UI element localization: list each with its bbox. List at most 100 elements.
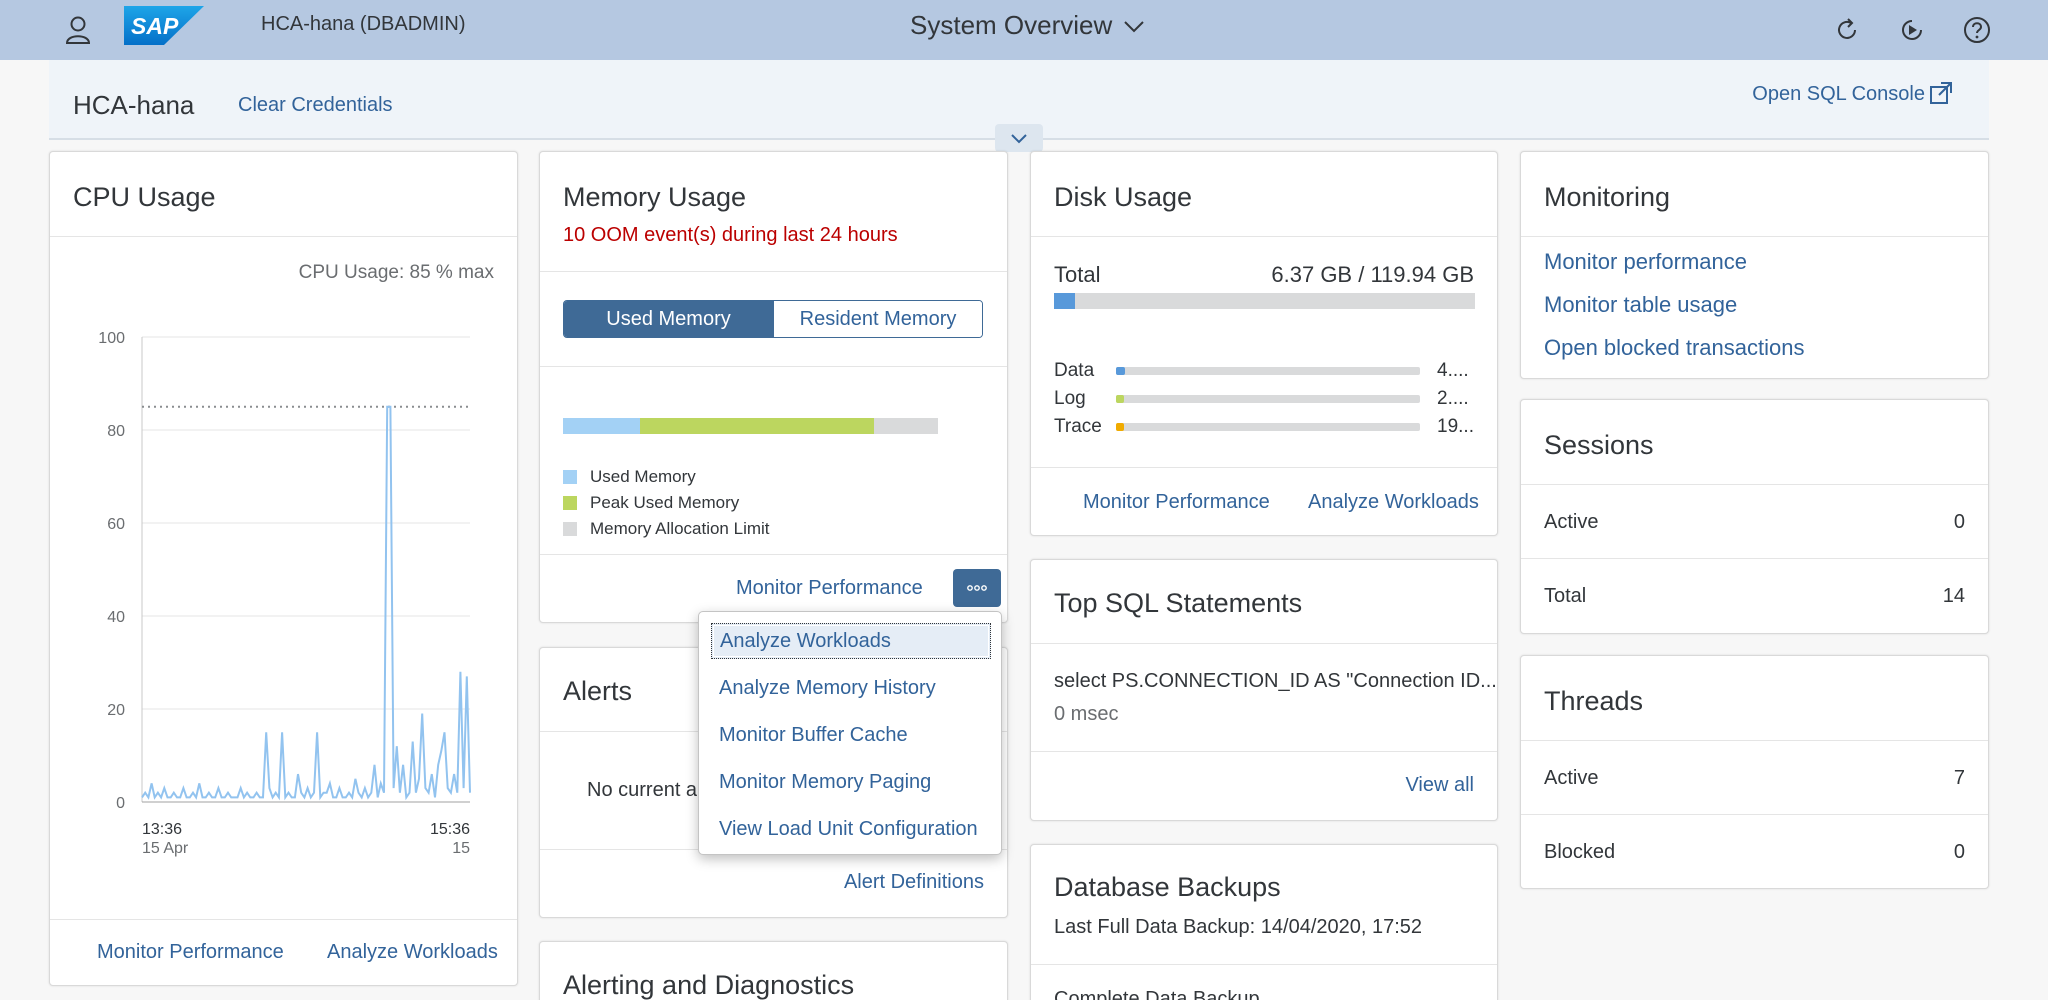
disk-row-label: Trace: [1054, 416, 1102, 437]
clear-credentials-link[interactable]: Clear Credentials: [238, 94, 393, 117]
menu-item-monitor-buffer-cache[interactable]: Monitor Buffer Cache: [711, 717, 991, 753]
card-title: CPU Usage: [73, 182, 216, 212]
sql-statement[interactable]: select PS.CONNECTION_ID AS "Connection I…: [1054, 670, 1497, 693]
app-title[interactable]: System Overview: [910, 10, 1112, 41]
resident-memory-tab[interactable]: Resident Memory: [773, 301, 982, 337]
sessions-row-value: 0: [1953, 511, 1965, 533]
chevron-down-icon: [1011, 134, 1027, 144]
alert-definitions-link[interactable]: Alert Definitions: [844, 871, 984, 894]
open-sql-console-link[interactable]: Open SQL Console: [1752, 83, 1925, 106]
threads-card[interactable]: Threads Active 7 Blocked 0: [1520, 655, 1989, 889]
monitor-table-usage-link[interactable]: Monitor table usage: [1544, 292, 1737, 318]
sessions-row-label: Total: [1544, 585, 1587, 607]
sql-duration: 0 msec: [1054, 703, 1119, 725]
disk-total-label: Total: [1054, 262, 1101, 287]
card-title: Database Backups: [1054, 872, 1281, 902]
card-title: Disk Usage: [1054, 182, 1193, 212]
disk-total-fill: [1054, 293, 1076, 309]
view-all-link[interactable]: View all: [1405, 774, 1474, 797]
y-tick-label: 80: [107, 423, 125, 440]
y-tick-label: 100: [98, 330, 125, 347]
play-circle-icon[interactable]: [1890, 8, 1934, 52]
memory-usage-card[interactable]: Memory Usage 10 OOM event(s) during last…: [539, 151, 1008, 623]
disk-total-value: 6.37 GB / 119.94 GB: [1271, 262, 1474, 287]
monitor-performance-link[interactable]: Monitor Performance: [736, 577, 923, 600]
menu-item-monitor-memory-paging[interactable]: Monitor Memory Paging: [711, 764, 991, 800]
x-tick-time: 15:36: [430, 821, 470, 838]
legend-item: Peak Used Memory: [563, 493, 739, 513]
monitor-performance-link[interactable]: Monitor Performance: [1083, 491, 1270, 514]
meter-fill: [1116, 423, 1124, 431]
legend-item: Memory Allocation Limit: [563, 519, 770, 539]
x-tick-date: 15: [452, 840, 470, 857]
disk-trace-meter: [1116, 423, 1420, 431]
help-icon[interactable]: [1955, 8, 1999, 52]
cpu-chart: 100 80 60 40 20 0 13:36 15 Apr 15:36 15: [98, 330, 471, 857]
card-title: Memory Usage: [563, 182, 747, 212]
y-tick-label: 0: [116, 795, 125, 812]
disk-row-value: 4....: [1437, 360, 1469, 381]
alerting-diagnostics-card[interactable]: Alerting and Diagnostics: [539, 941, 1008, 1000]
threads-row-value: 0: [1953, 841, 1965, 863]
card-title: Sessions: [1544, 430, 1654, 460]
threads-row-label: Active: [1544, 767, 1599, 789]
used-memory-segment: [563, 418, 640, 434]
card-title: Alerting and Diagnostics: [563, 970, 855, 1000]
cpu-usage-card[interactable]: CPU Usage CPU Usage: 85 % max 100 80 60 40 2…: [49, 151, 518, 986]
database-name: HCA-hana: [73, 90, 195, 120]
menu-item-analyze-memory-history[interactable]: Analyze Memory History: [711, 670, 991, 706]
shell-bar: SAP HCA-hana (DBADMIN) System Overview: [0, 0, 2048, 60]
monitor-performance-link[interactable]: Monitor performance: [1544, 249, 1747, 275]
disk-row-value: 19...: [1437, 416, 1474, 437]
memory-segmented-button[interactable]: Used Memory Resident Memory: [563, 300, 983, 338]
oom-warning: 10 OOM event(s) during last 24 hours: [563, 224, 898, 246]
analyze-workloads-link[interactable]: Analyze Workloads: [1308, 491, 1479, 514]
no-alerts-text: No current a: [587, 779, 698, 801]
threads-row-label: Blocked: [1544, 841, 1616, 863]
disk-log-meter: [1116, 395, 1420, 403]
x-tick-date: 15 Apr: [142, 840, 189, 857]
meter-fill: [1116, 367, 1126, 375]
disk-usage-card[interactable]: Disk Usage Total 6.37 GB / 119.94 GB Dat…: [1030, 151, 1498, 536]
card-title: Alerts: [563, 676, 633, 706]
cpu-max-label: CPU Usage: 85 % max: [298, 262, 494, 283]
y-tick-label: 60: [107, 516, 125, 533]
monitor-performance-link[interactable]: Monitor Performance: [97, 941, 284, 964]
menu-item-view-load-unit-configuration[interactable]: View Load Unit Configuration: [711, 811, 991, 847]
more-actions-button[interactable]: [953, 569, 1001, 607]
card-title: Top SQL Statements: [1054, 588, 1303, 618]
last-backup-text: Last Full Data Backup: 14/04/2020, 17:52: [1054, 916, 1423, 938]
more-actions-menu: Analyze Workloads Analyze Memory History…: [698, 611, 1002, 855]
open-blocked-transactions-link[interactable]: Open blocked transactions: [1544, 335, 1805, 361]
svg-text:SAP: SAP: [131, 13, 179, 39]
user-icon[interactable]: [56, 8, 100, 52]
top-sql-card[interactable]: Top SQL Statements select PS.CONNECTION_…: [1030, 559, 1498, 821]
database-backups-card[interactable]: Database Backups Last Full Data Backup: …: [1030, 844, 1498, 1000]
x-tick-time: 13:36: [142, 821, 182, 838]
external-link-icon[interactable]: [1929, 81, 1953, 105]
card-title: Threads: [1544, 686, 1644, 716]
disk-row-label: Log: [1054, 388, 1086, 409]
menu-item-analyze-workloads[interactable]: Analyze Workloads: [711, 623, 991, 659]
disk-row-label: Data: [1054, 360, 1095, 381]
y-tick-label: 20: [107, 702, 125, 719]
collapse-header-button[interactable]: [995, 124, 1043, 152]
used-memory-tab[interactable]: Used Memory: [564, 301, 773, 337]
chevron-down-icon[interactable]: [1122, 18, 1146, 34]
meter-fill: [1116, 395, 1124, 403]
sap-logo: SAP: [124, 6, 204, 45]
system-name: HCA-hana (DBADMIN): [261, 13, 466, 35]
y-tick-label: 40: [107, 609, 125, 626]
monitoring-card[interactable]: Monitoring Monitor performance Monitor t…: [1520, 151, 1989, 379]
disk-total-bar: [1054, 293, 1475, 309]
memory-stacked-bar: [563, 418, 938, 434]
cpu-series-line: [141, 405, 471, 801]
disk-data-meter: [1116, 367, 1420, 375]
overflow-icon: [967, 585, 987, 591]
analyze-workloads-link[interactable]: Analyze Workloads: [327, 941, 498, 964]
complete-backup-text: Complete Data Backup: [1054, 988, 1260, 1000]
sessions-row-label: Active: [1544, 511, 1599, 533]
refresh-icon[interactable]: [1825, 8, 1869, 52]
legend-item: Used Memory: [563, 467, 696, 487]
sessions-card[interactable]: Sessions Active 0 Total 14: [1520, 399, 1989, 634]
